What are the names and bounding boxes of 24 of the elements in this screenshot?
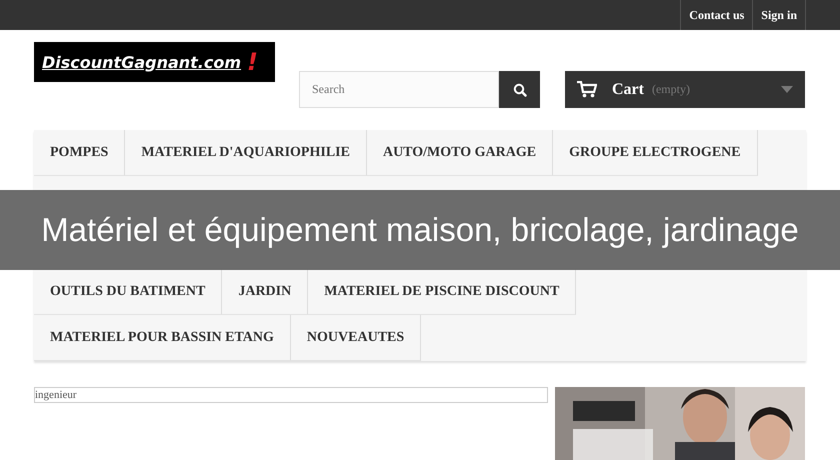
cart-status: (empty) [652,82,690,97]
text-field[interactable]: ingenieur [34,387,548,403]
search-icon [512,82,526,96]
menu-item[interactable]: MATERIEL D'AQUARIOPHILIE [125,130,367,176]
logo[interactable]: DiscountGagnant.com ! [34,42,275,82]
search-field[interactable]: Search [299,71,499,108]
logo-mark: ! [247,48,258,76]
menu-item[interactable]: POMPES [34,130,126,176]
menu-item[interactable]: OUTILS DU BATIMENT [34,269,222,315]
menu-item[interactable]: MATERIEL POUR BASSIN ETANG [34,315,291,361]
nav-link[interactable]: Contact us [680,0,752,30]
menu-item[interactable]: AUTO/MOTO GARAGE [366,130,554,176]
logo-text: DiscountGagnant.com [42,52,242,72]
cart-label: Cart [612,80,644,98]
cart-icon [577,81,597,98]
menu-item[interactable]: JARDIN [222,269,308,315]
menu-item[interactable]: GROUPE ELECTROGENE [553,130,758,176]
nav-link[interactable]: Sign in [752,0,806,30]
caption-text: Matériel et équipement maison, bricolage, jardinage [41,211,799,249]
caret-icon [781,86,793,93]
cart-button[interactable]: Cart (empty) [565,71,805,108]
menu-item[interactable]: MATERIEL DE PISCINE DISCOUNT [308,269,576,315]
menu-item[interactable]: NOUVEAUTES [290,315,422,361]
search-button[interactable] [499,71,540,108]
